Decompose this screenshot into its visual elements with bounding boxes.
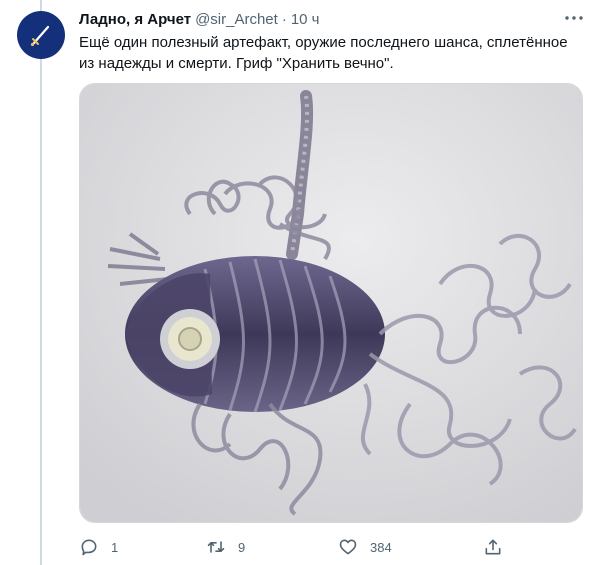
separator-dot: · [281, 10, 287, 28]
timestamp[interactable]: 10 ч [291, 11, 320, 28]
retweet-button[interactable]: 9 [206, 536, 245, 558]
fish-skeleton-sculpture-photo [80, 84, 582, 522]
reply-icon [81, 539, 97, 556]
more-icon [565, 16, 583, 20]
tweet-actions: 1 9 384 [79, 536, 589, 558]
thread-line [40, 0, 42, 565]
tweet-photo[interactable] [79, 83, 583, 523]
share-button[interactable] [483, 536, 503, 558]
retweet-count: 9 [238, 539, 246, 555]
like-count: 384 [370, 539, 392, 555]
avatar-sword-icon [30, 25, 50, 47]
avatar[interactable] [17, 11, 65, 59]
author-name[interactable]: Ладно, я Арчет [79, 11, 191, 28]
tweet-text: Ещё один полезный артефакт, оружие после… [79, 32, 579, 74]
more-button[interactable] [562, 8, 586, 28]
retweet-icon [207, 541, 225, 553]
tweet-header: Ладно, я Арчет @sir_Archet · 10 ч [79, 10, 319, 28]
like-icon [339, 539, 357, 555]
like-button[interactable]: 384 [338, 536, 392, 558]
reply-count: 1 [111, 539, 119, 555]
reply-button[interactable]: 1 [79, 536, 118, 558]
tweet-text-line: из надежды и смерти. Гриф "Хранить вечно… [79, 55, 394, 72]
tweet-text-line: Ещё один полезный артефакт, оружие после… [79, 34, 568, 51]
author-handle[interactable]: @sir_Archet [195, 11, 278, 28]
share-icon [485, 539, 501, 555]
